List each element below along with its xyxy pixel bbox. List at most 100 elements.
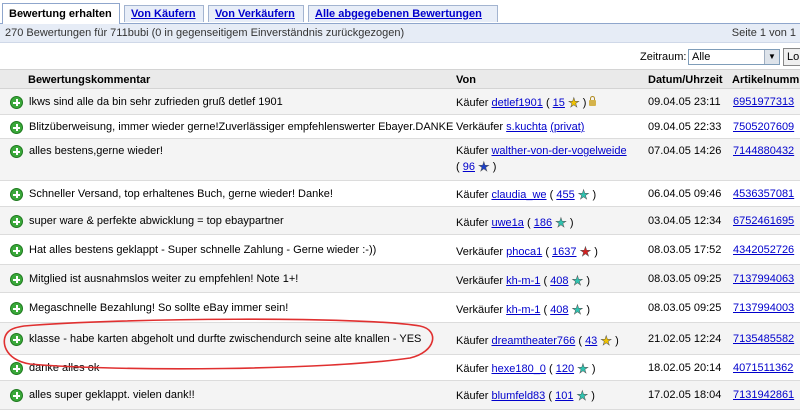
- tab-von-verkaeufern[interactable]: Von Verkäufern: [208, 5, 304, 22]
- feedback-comment: Blitzüberweisung, immer wieder gerne!Zuv…: [29, 121, 454, 133]
- feedback-comment: super ware & perfekte abwicklung = top e…: [29, 215, 284, 227]
- user-role: Käufer: [456, 363, 489, 375]
- user-role: Verkäufer: [456, 246, 504, 258]
- tab-link[interactable]: Von Käufern: [131, 8, 196, 20]
- feedback-comment: alles super geklappt. vielen dank!!: [29, 389, 195, 401]
- private-link[interactable]: (privat): [550, 121, 584, 133]
- feedback-from: Käufer blumfeld83 ( 101 ★ ): [456, 388, 595, 403]
- user-link[interactable]: phoca1: [506, 246, 542, 258]
- feedback-date: 18.02.05 20:14: [648, 362, 722, 374]
- user-role: Käufer: [456, 189, 489, 201]
- feedback-score-link[interactable]: 408: [550, 275, 568, 287]
- table-row: Megaschnelle Bezahlung! So sollte eBay i…: [0, 293, 800, 323]
- user-role: Käufer: [456, 217, 489, 229]
- item-number-link[interactable]: 4536357081: [733, 188, 794, 200]
- item-number-link[interactable]: 6752461695: [733, 215, 794, 227]
- feedback-date: 08.03.05 09:25: [648, 302, 722, 314]
- page-indicator: Seite 1 von 1: [731, 27, 796, 39]
- table-row: Schneller Versand, top erhaltenes Buch, …: [0, 181, 800, 207]
- feedback-score-link[interactable]: 120: [556, 363, 574, 375]
- feedback-from: Käufer claudia_we ( 455 ★ ): [456, 187, 597, 202]
- item-number-link[interactable]: 7135485582: [733, 333, 794, 345]
- feedback-from: Verkäufer kh-m-1 ( 408 ★ ): [456, 302, 590, 317]
- load-button[interactable]: Lo: [783, 48, 800, 66]
- table-row: Hat alles bestens geklappt - Super schne…: [0, 235, 800, 265]
- user-link[interactable]: detlef1901: [491, 97, 542, 109]
- table-row: Blitzüberweisung, immer wieder gerne!Zuv…: [0, 115, 800, 139]
- feedback-date: 09.04.05 22:33: [648, 121, 722, 133]
- feedback-score-link[interactable]: 408: [550, 304, 568, 316]
- feedback-date: 07.04.05 14:26: [648, 145, 722, 157]
- positive-feedback-icon: [10, 389, 23, 402]
- feedback-from: Verkäufer phoca1 ( 1637 ★ ): [456, 244, 598, 259]
- item-number-link[interactable]: 4342052726: [733, 244, 794, 256]
- positive-feedback-icon: [10, 333, 23, 346]
- user-link[interactable]: s.kuchta: [506, 121, 547, 133]
- user-link[interactable]: uwe1a: [491, 217, 523, 229]
- positive-feedback-icon: [10, 302, 23, 315]
- feedback-comment: klasse - habe karten abgeholt und durfte…: [29, 333, 422, 345]
- feedback-score-link[interactable]: 101: [555, 390, 573, 402]
- tab-link[interactable]: Alle abgegebenen Bewertungen: [315, 8, 482, 20]
- feedback-date: 03.04.05 12:34: [648, 215, 722, 227]
- lock-icon: [589, 96, 597, 106]
- user-role: Verkäufer: [456, 275, 504, 287]
- item-number-link[interactable]: 7131942861: [733, 389, 794, 401]
- user-link[interactable]: hexe180_0: [491, 363, 545, 375]
- feedback-from: Käufer hexe180_0 ( 120 ★ ): [456, 361, 596, 376]
- positive-feedback-icon: [10, 188, 23, 201]
- feedback-score-link[interactable]: 186: [534, 217, 552, 229]
- user-link[interactable]: claudia_we: [491, 189, 546, 201]
- summary-text: 270 Bewertungen für 711bubi (0 in gegens…: [5, 27, 405, 39]
- zeitraum-label: Zeitraum:: [640, 51, 687, 63]
- feedback-comment: Megaschnelle Bezahlung! So sollte eBay i…: [29, 302, 289, 314]
- item-number-link[interactable]: 7505207609: [733, 121, 794, 133]
- chevron-down-icon[interactable]: ▼: [764, 50, 779, 64]
- feedback-comment: lkws sind alle da bin sehr zufrieden gru…: [29, 96, 283, 108]
- star-icon: ★: [577, 187, 590, 202]
- table-row: alles bestens,gerne wieder! Käufer walthe…: [0, 139, 800, 181]
- zeitraum-select[interactable]: Alle ▼: [688, 49, 780, 65]
- column-header-comment: Bewertungskommentar: [28, 74, 151, 86]
- user-link[interactable]: kh-m-1: [506, 304, 540, 316]
- item-number-link[interactable]: 7144880432: [733, 145, 794, 157]
- column-header-date: Datum/Uhrzeit: [648, 74, 723, 86]
- feedback-date: 21.02.05 12:24: [648, 333, 722, 345]
- feedback-comment: alles bestens,gerne wieder!: [29, 145, 163, 157]
- feedback-score-link[interactable]: 455: [556, 189, 574, 201]
- item-number-link[interactable]: 7137994003: [733, 302, 794, 314]
- user-role: Käufer: [456, 335, 489, 347]
- positive-feedback-icon: [10, 215, 23, 228]
- user-link[interactable]: dreamtheater766: [491, 335, 575, 347]
- feedback-comment: Hat alles bestens geklappt - Super schne…: [29, 244, 377, 256]
- star-icon: ★: [577, 361, 589, 376]
- item-number-link[interactable]: 4071511362: [733, 362, 793, 374]
- positive-feedback-icon: [10, 121, 23, 134]
- feedback-score-link[interactable]: 96: [463, 161, 475, 173]
- tab-link[interactable]: Von Verkäufern: [215, 8, 295, 20]
- item-number-link[interactable]: 7137994063: [733, 273, 794, 285]
- feedback-date: 08.03.05 17:52: [648, 244, 722, 256]
- item-number-link[interactable]: 6951977313: [733, 96, 794, 108]
- user-role: Käufer: [456, 390, 489, 402]
- table-header: Bewertungskommentar Von Datum/Uhrzeit Ar…: [0, 69, 800, 89]
- star-icon: ★: [567, 95, 580, 110]
- tab-alle-abgegebenen[interactable]: Alle abgegebenen Bewertungen: [308, 5, 498, 22]
- tab-bewertung-erhalten[interactable]: Bewertung erhalten: [2, 3, 120, 24]
- table-row: klasse - habe karten abgeholt und durfte…: [0, 323, 800, 355]
- feedback-score-link[interactable]: 43: [585, 335, 597, 347]
- tab-label: Bewertung erhalten: [9, 8, 112, 20]
- positive-feedback-icon: [10, 96, 23, 109]
- feedback-score-link[interactable]: 15: [553, 97, 565, 109]
- user-link[interactable]: walther-von-der-vogelweide: [491, 145, 626, 157]
- user-link[interactable]: kh-m-1: [506, 275, 540, 287]
- feedback-date: 17.02.05 18:04: [648, 389, 722, 401]
- feedback-from: Käufer detlef1901 ( 15 ★ ): [456, 95, 597, 110]
- feedback-score-link[interactable]: 1637: [552, 246, 576, 258]
- feedback-from: Käufer uwe1a ( 186 ★ ): [456, 215, 574, 230]
- tab-von-kaeufern[interactable]: Von Käufern: [124, 5, 204, 22]
- feedback-date: 09.04.05 23:11: [648, 96, 721, 108]
- user-link[interactable]: blumfeld83: [491, 390, 545, 402]
- feedback-from: Verkäufer kh-m-1 ( 408 ★ ): [456, 273, 590, 288]
- user-role: Käufer: [456, 97, 489, 109]
